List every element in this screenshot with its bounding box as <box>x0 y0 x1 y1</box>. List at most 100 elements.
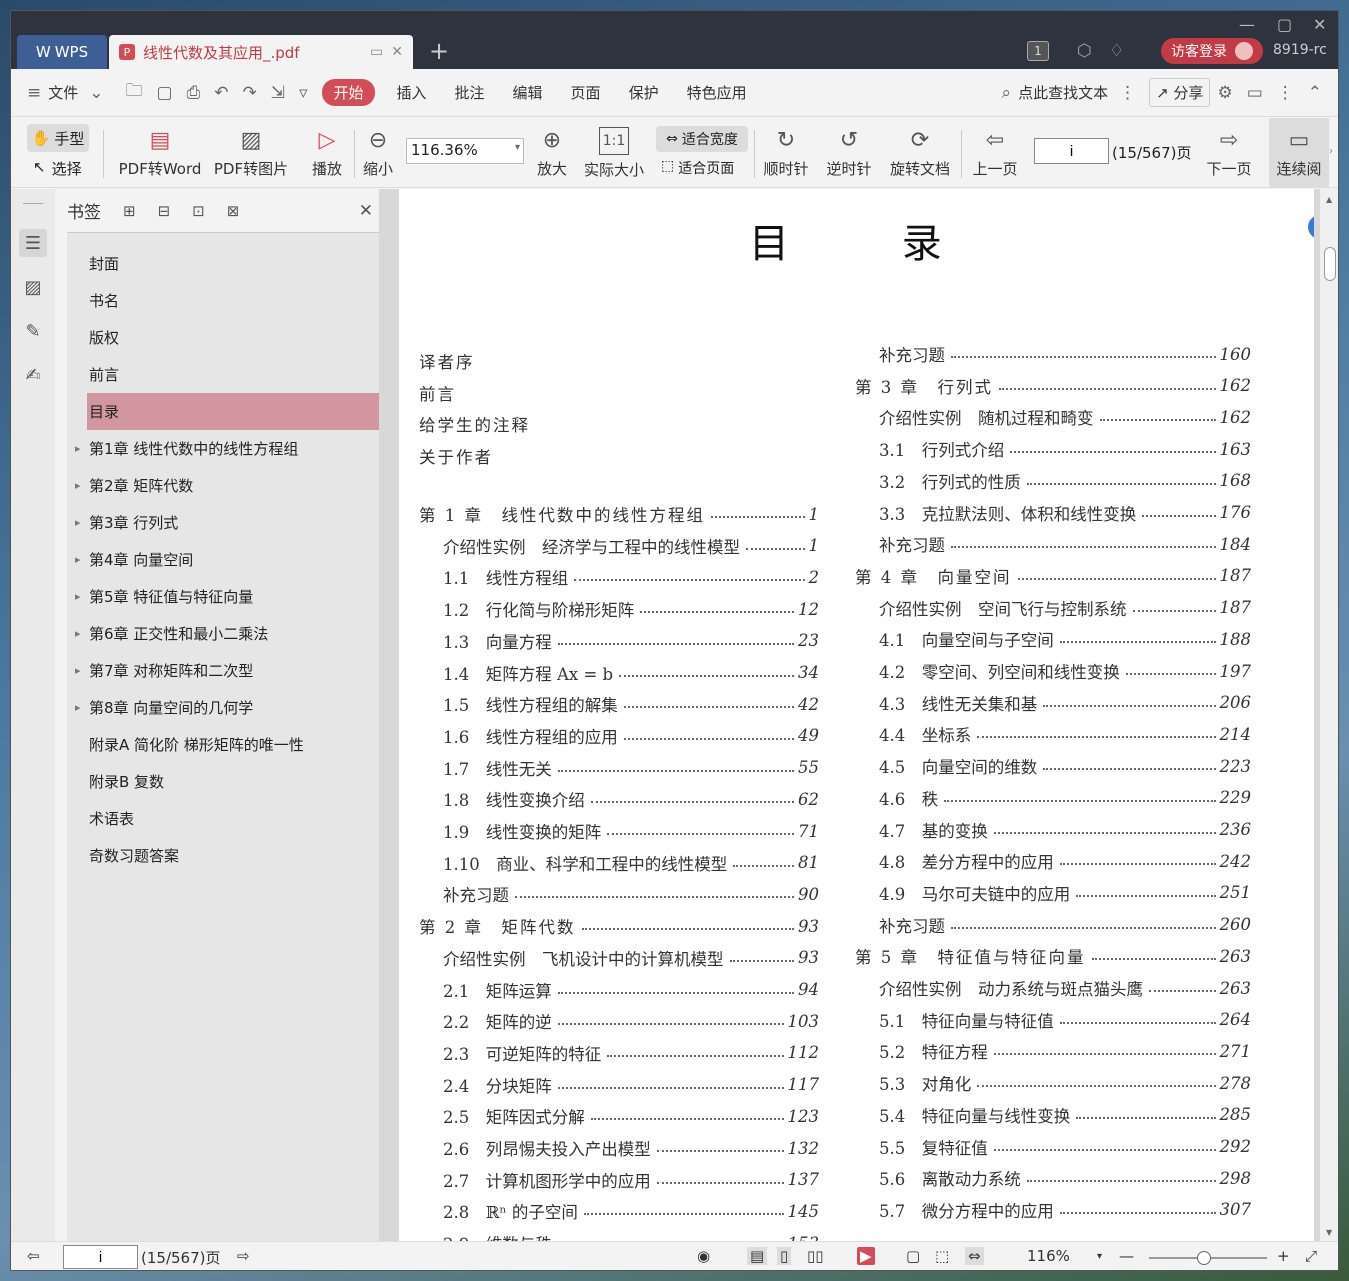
rotate-clockwise-button[interactable]: ↻ 顺时针 <box>761 118 811 188</box>
toc-entry[interactable]: 4.6 秩 229 <box>879 783 1251 813</box>
toc-entry[interactable]: 2.3 可逆矩阵的特征 112 <box>443 1038 819 1068</box>
play-button[interactable]: ▷ 播放 <box>305 118 349 188</box>
thumbnail-panel-icon[interactable]: ▨ <box>19 273 47 301</box>
bookmark-item[interactable]: 第2章 矩阵代数 <box>67 467 379 504</box>
bookmark-panel-icon[interactable]: ☰ <box>19 229 47 257</box>
zoom-select[interactable]: 116.36% ▾ <box>406 138 524 164</box>
scrollbar-thumb[interactable] <box>1324 247 1336 281</box>
window-count-badge[interactable]: 1 <box>1027 41 1049 61</box>
toc-entry[interactable]: 介绍性实例 动力系统与斑点猫头鹰 263 <box>879 973 1251 1003</box>
toc-entry[interactable]: 4.8 差分方程中的应用 242 <box>879 846 1251 876</box>
bookmark-item[interactable]: 附录B 复数 <box>67 763 379 800</box>
toc-entry[interactable]: 介绍性实例 飞机设计中的计算机模型 93 <box>443 943 819 973</box>
close-icon[interactable]: ✕ <box>359 201 379 221</box>
print-icon[interactable]: ⎙ <box>180 83 208 103</box>
select-tool-button[interactable]: ↖ 选择 <box>33 158 82 179</box>
fit-width-button[interactable]: ⇔ 适合宽度 <box>656 126 748 152</box>
page-number-input[interactable] <box>1034 138 1109 164</box>
new-tab-button[interactable]: + <box>429 37 449 65</box>
expand-all-icon[interactable]: ⊞ <box>123 202 136 220</box>
next-arrow-icon[interactable]: ⇨ <box>237 1247 250 1265</box>
shirt-icon[interactable]: ♢ <box>1109 41 1124 61</box>
toc-entry[interactable]: 1.9 线性变换的矩阵 71 <box>443 816 819 846</box>
zoom-out-icon[interactable]: — <box>1119 1247 1134 1265</box>
scroll-up-icon[interactable]: ▲ <box>1326 195 1332 204</box>
toc-entry[interactable]: 介绍性实例 经济学与工程中的线性模型 1 <box>443 531 819 561</box>
zoom-in-button[interactable]: ⊕ 放大 <box>535 118 569 188</box>
more-dropdown-icon[interactable]: ▿ <box>292 83 315 103</box>
eye-icon[interactable]: ◉ <box>697 1247 710 1265</box>
menu-page[interactable]: 页面 <box>557 82 615 103</box>
bookmark-item[interactable]: 前言 <box>67 356 379 393</box>
menu-protect[interactable]: 保护 <box>615 82 673 103</box>
toc-entry[interactable]: 3.3 克拉默法则、体积和线性变换 176 <box>879 498 1251 528</box>
scroll-down-icon[interactable]: ▼ <box>1326 1228 1332 1237</box>
actual-size-button[interactable]: 1:1 实际大小 <box>581 118 647 188</box>
toc-entry[interactable]: 2.7 计算机图形学中的应用 137 <box>443 1165 819 1195</box>
share-button[interactable]: ↗ 分享 <box>1149 78 1211 107</box>
toc-entry[interactable]: 5.7 微分方程中的应用 307 <box>879 1195 1251 1225</box>
chevron-down-icon[interactable]: ▾ <box>1097 1251 1102 1262</box>
toc-entry[interactable]: 1.5 线性方程组的解集 42 <box>443 689 819 719</box>
bookmark-item[interactable]: 第6章 正交性和最小二乘法 <box>67 615 379 652</box>
toc-entry[interactable]: 第 2 章 矩阵代数 93 <box>419 911 819 941</box>
document-tab[interactable]: P 线性代数及其应用_.pdf ▭ ✕ <box>109 35 413 69</box>
bookmark-item[interactable]: 第4章 向量空间 <box>67 541 379 578</box>
actual-size-icon[interactable]: ▢ <box>906 1247 920 1265</box>
toc-entry[interactable]: 第 5 章 特征值与特征向量 263 <box>855 941 1251 971</box>
maximize-button[interactable]: ▢ <box>1277 15 1292 34</box>
wps-home-tab[interactable]: W WPS <box>17 35 107 69</box>
toc-entry[interactable]: 补充习题 260 <box>879 910 1251 940</box>
more-vertical-icon[interactable]: ⋮ <box>1112 83 1143 103</box>
toc-entry[interactable]: 1.1 线性方程组 2 <box>443 562 819 592</box>
toc-entry[interactable]: 4.3 线性无关集和基 206 <box>879 688 1251 718</box>
bookmark-item-selected[interactable]: 目录 <box>87 393 379 430</box>
zoom-in-icon[interactable]: + <box>1277 1247 1290 1265</box>
two-page-icon[interactable]: ▯▯ <box>807 1247 824 1265</box>
bookmark-item[interactable]: 第7章 对称矩阵和二次型 <box>67 652 379 689</box>
fit-width-icon[interactable]: ⇔ <box>965 1247 984 1265</box>
close-tab-icon[interactable]: ✕ <box>391 44 403 60</box>
skin-icon[interactable]: ⬡ <box>1077 41 1092 61</box>
toc-entry[interactable]: 1.6 线性方程组的应用 49 <box>443 721 819 751</box>
bookmark-item[interactable]: 第8章 向量空间的几何学 <box>67 689 379 726</box>
continuous-page-icon[interactable]: ▯ <box>777 1247 792 1265</box>
rotate-document-button[interactable]: ⟳ 旋转文档 <box>887 118 953 188</box>
annotation-panel-icon[interactable]: ✎ <box>19 317 47 345</box>
rotate-counterclockwise-button[interactable]: ↺ 逆时针 <box>823 118 875 188</box>
bookmark-item[interactable]: 第5章 特征值与特征向量 <box>67 578 379 615</box>
bookmark-item[interactable]: 封面 <box>67 245 379 282</box>
search-icon[interactable]: ⌕ <box>995 83 1019 103</box>
toc-entry[interactable]: 5.4 特征向量与线性变换 285 <box>879 1100 1251 1130</box>
toc-entry[interactable]: 补充习题 90 <box>443 879 819 909</box>
zoom-slider[interactable] <box>1149 1251 1267 1265</box>
toc-entry[interactable]: 2.4 分块矩阵 117 <box>443 1070 819 1100</box>
bookmark-item[interactable]: 附录A 简化阶 梯形矩阵的唯一性 <box>67 726 379 763</box>
signature-panel-icon[interactable]: ✍ <box>19 361 47 389</box>
toc-entry[interactable]: 5.6 离散动力系统 298 <box>879 1163 1251 1193</box>
previous-page-button[interactable]: ⇦ 上一页 <box>969 118 1021 188</box>
toc-entry[interactable]: 第 4 章 向量空间 187 <box>855 561 1251 591</box>
chevron-right-icon[interactable]: › <box>1329 146 1333 157</box>
next-page-button[interactable]: ⇨ 下一页 <box>1203 118 1255 188</box>
toc-entry[interactable]: 1.10 商业、科学和工程中的线性模型 81 <box>443 848 819 878</box>
toc-entry[interactable]: 4.9 马尔可夫链中的应用 251 <box>879 878 1251 908</box>
open-folder-icon[interactable]: 🗀 <box>119 78 150 107</box>
guest-login-button[interactable]: 访客登录 <box>1161 38 1263 64</box>
zoom-out-button[interactable]: ⊖ 缩小 <box>361 118 395 188</box>
status-page-input[interactable] <box>63 1245 138 1269</box>
file-menu[interactable]: 文件 <box>48 82 82 103</box>
minimize-button[interactable]: — <box>1239 15 1255 34</box>
toc-entry[interactable]: 4.7 基的变换 236 <box>879 815 1251 845</box>
toc-entry[interactable]: 补充习题 160 <box>879 339 1251 369</box>
gear-icon[interactable]: ⚙ <box>1210 83 1239 103</box>
toc-entry[interactable]: 1.3 向量方程 23 <box>443 626 819 656</box>
toc-entry[interactable]: 1.4 矩阵方程 Ax = b 34 <box>443 658 819 688</box>
hand-tool-button[interactable]: ✋ 手型 <box>27 124 89 152</box>
pdf-to-word-button[interactable]: ▤ PDF转Word <box>115 118 205 188</box>
chevron-down-icon[interactable]: ⌄ <box>82 83 110 103</box>
zoom-slider-handle[interactable] <box>1197 1251 1211 1265</box>
toc-entry[interactable]: 3.1 行列式介绍 163 <box>879 434 1251 464</box>
toc-entry[interactable]: 1.7 线性无关 55 <box>443 753 819 783</box>
single-page-icon[interactable]: ▤ <box>747 1247 768 1265</box>
